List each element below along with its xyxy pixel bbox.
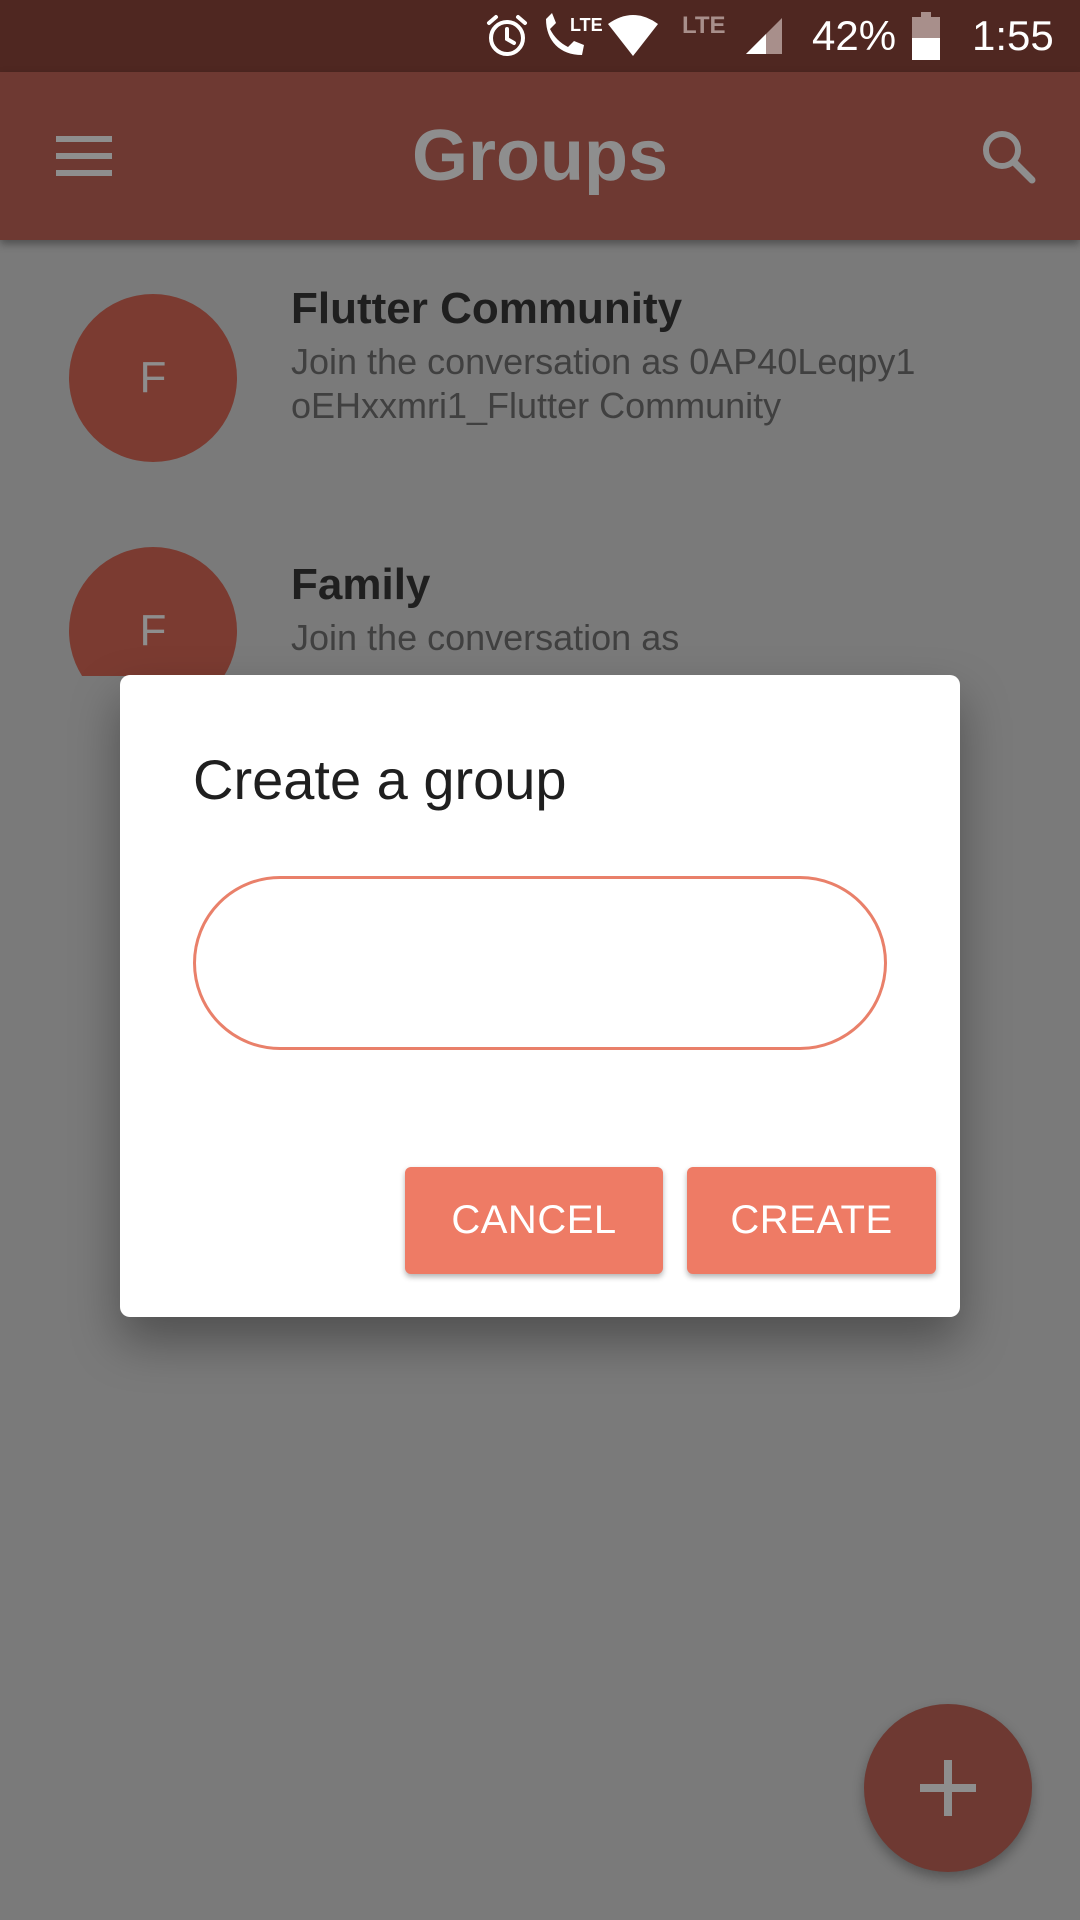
svg-text:LTE: LTE xyxy=(570,15,602,35)
list-item-group-2[interactable]: F Family Join the conversation as xyxy=(0,536,1080,676)
search-icon xyxy=(983,131,1036,184)
list-item-group-1[interactable]: F Flutter Community Join the conversatio… xyxy=(0,260,1080,510)
page-title: Groups xyxy=(411,116,668,196)
lte-label: LTE xyxy=(682,12,726,39)
lte-signal-icon xyxy=(744,0,784,72)
search-button[interactable] xyxy=(964,116,1052,196)
app-bar: Groups xyxy=(0,72,1080,240)
battery-percent: 42% xyxy=(812,12,897,59)
group-name: Flutter Community xyxy=(291,284,683,333)
clock: 1:55 xyxy=(972,12,1054,59)
screen: LTE LTE 42% 1:55 Groups F Flutter Commun… xyxy=(0,0,1080,1920)
add-group-fab[interactable] xyxy=(864,1704,1032,1872)
group-name: Family xyxy=(291,560,431,609)
battery-icon xyxy=(912,0,942,72)
group-name-input[interactable] xyxy=(193,876,887,1050)
group-description: Join the conversation as xyxy=(291,617,680,658)
volte-call-icon: LTE xyxy=(540,0,602,72)
create-group-dialog: Create a group CANCEL CREATE xyxy=(120,675,960,1317)
alarm-icon xyxy=(484,0,532,72)
avatar: F xyxy=(69,547,237,676)
cancel-button[interactable]: CANCEL xyxy=(405,1167,663,1274)
status-bar: LTE LTE 42% 1:55 xyxy=(0,0,1080,72)
create-button[interactable]: CREATE xyxy=(687,1167,936,1274)
dialog-title: Create a group xyxy=(193,748,567,811)
group-description: Join the conversation as 0AP40Leqpy1oEHx… xyxy=(291,341,916,426)
add-icon xyxy=(920,1760,976,1816)
wifi-icon xyxy=(606,0,660,72)
avatar: F xyxy=(69,294,237,462)
